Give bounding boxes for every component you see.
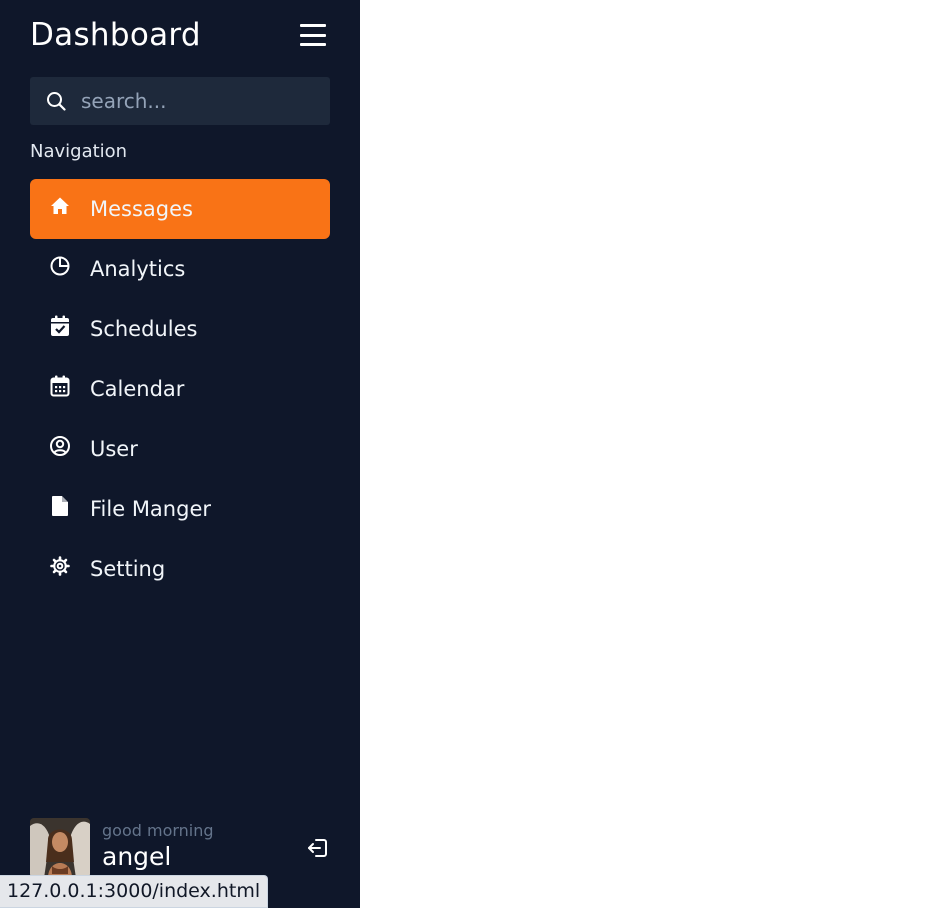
search-box <box>30 77 330 125</box>
search-input[interactable] <box>81 77 330 125</box>
nav-item-schedules[interactable]: Schedules <box>30 299 330 359</box>
search-icon <box>30 77 81 125</box>
sidebar-header: Dashboard <box>30 14 330 56</box>
calendar-check-icon <box>30 296 90 356</box>
main-content <box>360 0 933 908</box>
navigation-list: Messages Analytics Schedules Calendar Us… <box>30 179 330 599</box>
hamburger-menu-icon[interactable] <box>300 24 326 46</box>
greeting-text: good morning <box>102 821 214 840</box>
pie-chart-icon <box>30 236 90 296</box>
nav-item-setting[interactable]: Setting <box>30 539 330 599</box>
nav-item-calendar[interactable]: Calendar <box>30 359 330 419</box>
sidebar: Dashboard Navigation Messages <box>0 0 360 908</box>
file-icon <box>30 476 90 536</box>
nav-item-file-manager[interactable]: File Manger <box>30 479 330 539</box>
nav-item-label: User <box>90 437 138 461</box>
nav-item-label: Calendar <box>90 377 185 401</box>
nav-item-label: File Manger <box>90 497 211 521</box>
gear-icon <box>30 536 90 596</box>
nav-item-analytics[interactable]: Analytics <box>30 239 330 299</box>
nav-item-user[interactable]: User <box>30 419 330 479</box>
nav-item-label: Messages <box>90 197 193 221</box>
username: angel <box>102 842 172 871</box>
calendar-icon <box>30 356 90 416</box>
nav-item-label: Analytics <box>90 257 186 281</box>
link-preview-status-bar: 127.0.0.1:3000/index.html <box>0 875 269 908</box>
home-icon <box>30 176 90 236</box>
app-title: Dashboard <box>30 17 201 53</box>
nav-item-label: Schedules <box>90 317 198 341</box>
user-circle-icon <box>30 416 90 476</box>
avatar <box>30 818 90 878</box>
navigation-label: Navigation <box>30 141 128 162</box>
nav-item-label: Setting <box>90 557 166 581</box>
user-profile: good morning angel <box>30 818 330 880</box>
nav-item-messages[interactable]: Messages <box>30 179 330 239</box>
logout-icon[interactable] <box>306 836 330 860</box>
